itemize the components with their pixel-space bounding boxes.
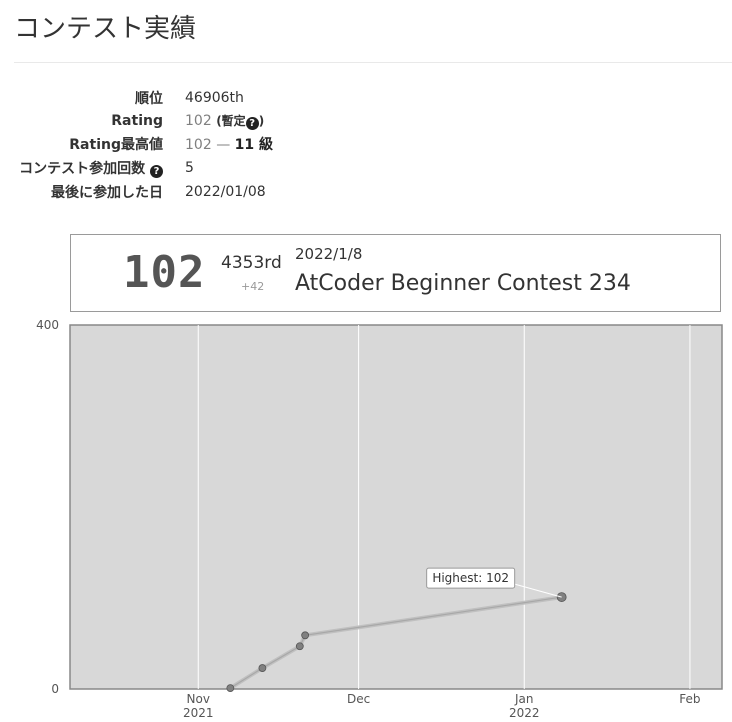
title-divider [14,62,732,63]
y-tick-label: 400 [36,318,59,332]
rating-chart: Nov2021 Dec Jan2022 Feb 0 400 Highest: 102 [36,318,723,720]
card-rating: 102 [123,247,206,298]
highest-label: Rating最高値 [69,137,163,153]
help-question-icon[interactable]: ? [245,117,259,130]
rating-label: Rating [111,113,163,129]
highest-separator: — [216,137,231,153]
stats-row-last: 最後に参加した日 2022/01/08 [0,180,273,204]
x-tick-label: Nov [187,692,210,706]
y-tick-label: 0 [51,682,59,696]
card-rank: 4353rd [221,253,282,273]
highest-kyu: 11 級 [234,137,273,153]
participation-label: コンテスト参加回数 [19,161,146,177]
rating-provisional-note: 暫定 [221,114,246,128]
rating-point [301,631,310,640]
stats-row-participation: コンテスト参加回数 ? 5 [0,156,273,180]
stats-row-rating: Rating 102 (暫定?) [0,110,273,132]
rating-cell: 102 (暫定?) [175,110,273,132]
x-tick-year-label: 2021 [183,706,214,720]
contest-info-card: 102 4353rd +42 2022/1/8 AtCoder Beginner… [70,234,721,312]
stats-row-rank: 順位 46906th [0,86,273,110]
rating-value: 102 [185,113,212,129]
rank-label: 順位 [135,91,163,107]
participation-value: 5 [185,160,194,176]
last-contest-value: 2022/01/08 [185,184,266,200]
page-title: コンテスト実績 [14,14,197,44]
participation-header: コンテスト参加回数 ? [0,156,175,180]
rank-value: 46906th [185,90,244,106]
plot-area [69,324,723,690]
rating-point [258,664,267,672]
stats-row-highest: Rating最高値 102 — 11 級 [0,132,273,156]
highest-cell: 102 — 11 級 [175,132,273,156]
last-contest-label: 最後に参加した日 [51,185,163,201]
rating-note-suffix: ) [258,114,265,128]
rating-point [295,642,304,651]
help-question-icon[interactable]: ? [150,165,163,178]
highest-value: 102 [185,137,212,153]
x-tick-label: Dec [347,692,370,706]
rating-point [226,684,235,692]
x-tick-year-label: 2022 [509,706,540,720]
highest-label-text: Highest: 102 [432,571,509,585]
x-tick-label: Feb [679,692,700,706]
x-tick-label: Jan [514,692,534,706]
stats-table: 順位 46906th Rating 102 (暫定?) Rating最高値 10… [0,86,273,204]
card-rating-diff: +42 [241,280,265,293]
card-contest-name[interactable]: AtCoder Beginner Contest 234 [295,271,631,296]
card-date: 2022/1/8 [295,245,363,263]
